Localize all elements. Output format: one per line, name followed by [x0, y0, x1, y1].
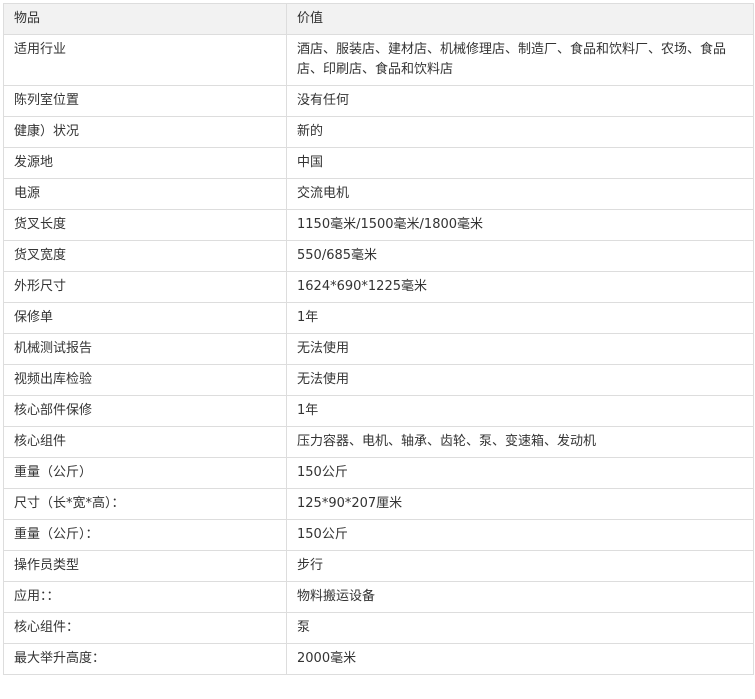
row-label: 保修单	[3, 302, 287, 334]
table-row: 最大举升高度： 2000毫米	[3, 643, 754, 675]
row-value: 中国	[286, 147, 754, 179]
table-header: 物品 价值	[3, 3, 754, 35]
row-value: 步行	[286, 550, 754, 582]
table-row: 核心部件保修 1年	[3, 395, 754, 427]
row-value: 1150毫米/1500毫米/1800毫米	[286, 209, 754, 241]
row-label: 重量（公斤）：	[3, 519, 287, 551]
table-row: 发源地 中国	[3, 147, 754, 179]
row-value: 压力容器、电机、轴承、齿轮、泵、变速箱、发动机	[286, 426, 754, 458]
row-value: 没有任何	[286, 85, 754, 117]
table-row: 货叉长度 1150毫米/1500毫米/1800毫米	[3, 209, 754, 241]
row-value: 无法使用	[286, 333, 754, 365]
table-row: 核心组件 压力容器、电机、轴承、齿轮、泵、变速箱、发动机	[3, 426, 754, 458]
row-value: 150公斤	[286, 457, 754, 489]
header-row: 物品 价值	[3, 3, 754, 35]
row-label: 重量（公斤）	[3, 457, 287, 489]
row-value: 2000毫米	[286, 643, 754, 675]
row-value: 550/685毫米	[286, 240, 754, 272]
row-label: 发源地	[3, 147, 287, 179]
row-value: 交流电机	[286, 178, 754, 210]
column-header-value: 价值	[286, 3, 754, 35]
row-label: 视频出库检验	[3, 364, 287, 396]
row-value: 1年	[286, 395, 754, 427]
row-value: 酒店、服装店、建材店、机械修理店、制造厂、食品和饮料厂、农场、食品店、印刷店、食…	[286, 34, 754, 86]
row-label: 货叉长度	[3, 209, 287, 241]
row-value: 1624*690*1225毫米	[286, 271, 754, 303]
table-row: 电源 交流电机	[3, 178, 754, 210]
row-label: 陈列室位置	[3, 85, 287, 117]
row-label: 外形尺寸	[3, 271, 287, 303]
row-label: 核心部件保修	[3, 395, 287, 427]
table-body: 适用行业 酒店、服装店、建材店、机械修理店、制造厂、食品和饮料厂、农场、食品店、印…	[3, 34, 754, 675]
row-label: 机械测试报告	[3, 333, 287, 365]
row-value: 物料搬运设备	[286, 581, 754, 613]
row-label: 尺寸（长*宽*高）：	[3, 488, 287, 520]
column-header-item: 物品	[3, 3, 287, 35]
row-label: 应用：：	[3, 581, 287, 613]
table-row: 陈列室位置 没有任何	[3, 85, 754, 117]
table-row: 应用：： 物料搬运设备	[3, 581, 754, 613]
table-row: 尺寸（长*宽*高）： 125*90*207厘米	[3, 488, 754, 520]
table-row: 货叉宽度 550/685毫米	[3, 240, 754, 272]
row-label: 电源	[3, 178, 287, 210]
row-value: 150公斤	[286, 519, 754, 551]
table-row: 核心组件：泵	[3, 612, 754, 644]
spec-table: 物品 价值 适用行业 酒店、服装店、建材店、机械修理店、制造厂、食品和饮料厂、农场…	[3, 3, 754, 675]
row-label: 操作员类型	[3, 550, 287, 582]
row-value: 125*90*207厘米	[286, 488, 754, 520]
row-label: 最大举升高度：	[3, 643, 287, 675]
table-row: 适用行业 酒店、服装店、建材店、机械修理店、制造厂、食品和饮料厂、农场、食品店、印…	[3, 34, 754, 86]
table-row: 操作员类型 步行	[3, 550, 754, 582]
table-row: 保修单 1年	[3, 302, 754, 334]
row-value: 泵	[286, 612, 754, 644]
row-label: 适用行业	[3, 34, 287, 86]
row-value: 新的	[286, 116, 754, 148]
row-label: 健康）状况	[3, 116, 287, 148]
table-row: 健康）状况 新的	[3, 116, 754, 148]
table-row: 机械测试报告 无法使用	[3, 333, 754, 365]
row-label: 核心组件	[3, 426, 287, 458]
row-label: 核心组件：	[3, 612, 287, 644]
row-value: 无法使用	[286, 364, 754, 396]
row-label: 货叉宽度	[3, 240, 287, 272]
table-row: 重量（公斤） 150公斤	[3, 457, 754, 489]
row-value: 1年	[286, 302, 754, 334]
table-row: 视频出库检验 无法使用	[3, 364, 754, 396]
table-row: 重量（公斤）： 150公斤	[3, 519, 754, 551]
table-row: 外形尺寸 1624*690*1225毫米	[3, 271, 754, 303]
